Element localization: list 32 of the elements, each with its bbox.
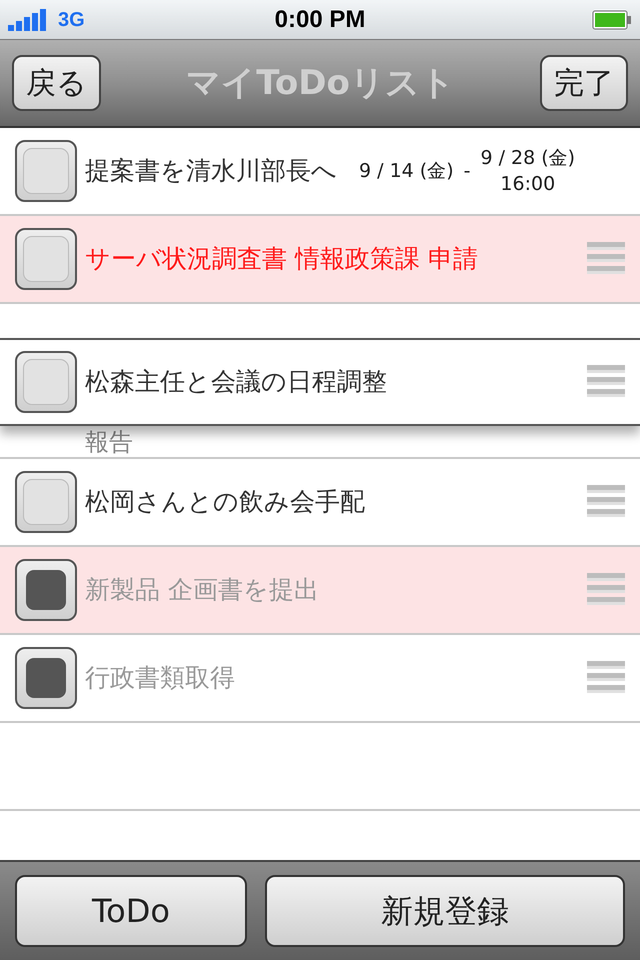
dragged-row[interactable]: 松森主任と会議の日程調整: [0, 338, 640, 426]
reorder-handle-icon[interactable]: [587, 661, 625, 695]
toolbar-button[interactable]: 新規登録: [265, 875, 625, 947]
window-title: マイToDoリスト: [186, 62, 455, 104]
row-text: 報告: [85, 430, 133, 454]
checkbox[interactable]: [15, 140, 77, 202]
checkbox[interactable]: [15, 559, 77, 621]
toolbar-button[interactable]: ToDo: [15, 875, 247, 947]
reorder-handle-icon[interactable]: [587, 573, 625, 607]
row-text: 松森主任と会議の日程調整: [85, 366, 387, 398]
row-text: 提案書を清水川部長へ: [85, 155, 337, 188]
row-text: サーバ状況調査書 情報政策課 申請: [85, 243, 478, 276]
reorder-handle-icon[interactable]: [587, 242, 625, 276]
checkbox[interactable]: [15, 351, 77, 413]
start-date: 9 / 14 (金): [359, 158, 454, 184]
checkbox[interactable]: [15, 647, 77, 709]
row-text: 松岡さんとの飲み会手配: [85, 486, 365, 518]
date-separator: -: [464, 158, 470, 184]
battery-icon: [592, 10, 632, 30]
signal-icon: [8, 8, 48, 30]
reorder-handle-icon[interactable]: [587, 365, 625, 399]
end-time: 16:00: [500, 172, 556, 197]
row-text: 新製品 企画書を提出: [85, 574, 319, 606]
clock: 0:00 PM: [274, 4, 366, 34]
end-date: 9 / 28 (金): [480, 146, 576, 171]
checkbox[interactable]: [15, 228, 77, 290]
checkbox[interactable]: [15, 471, 77, 533]
done-button[interactable]: 完了: [540, 55, 628, 111]
row-text: 行政書類取得: [85, 662, 235, 694]
reorder-handle-icon[interactable]: [587, 485, 625, 519]
back-button[interactable]: 戻る: [12, 55, 101, 111]
network-label: 3G: [58, 8, 85, 32]
